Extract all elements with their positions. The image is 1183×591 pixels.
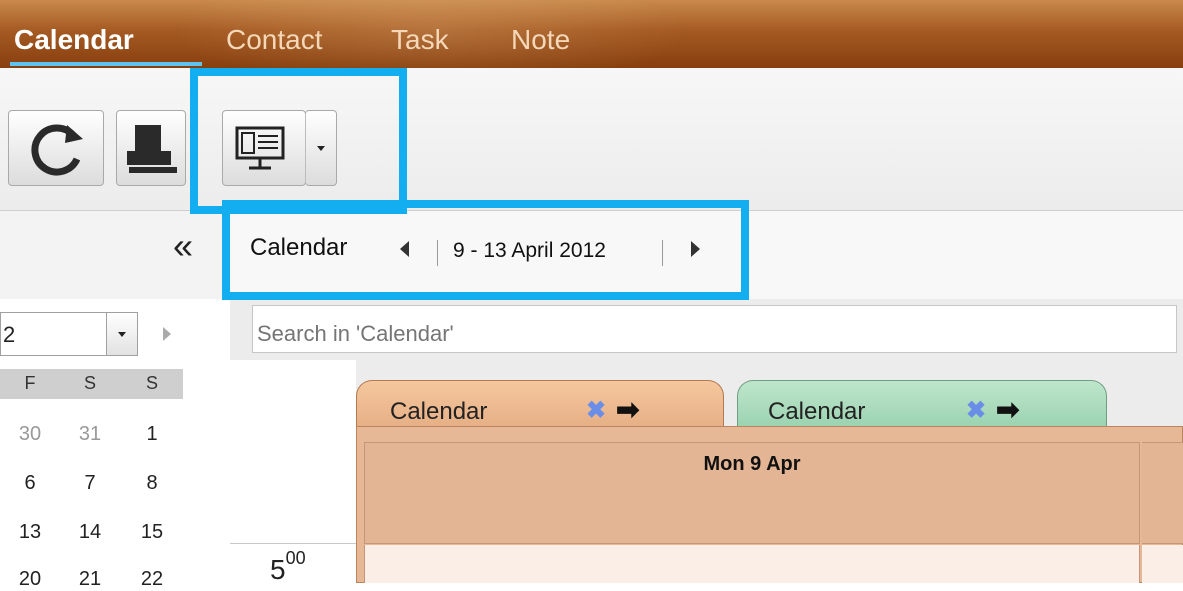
time-minutes: 00 bbox=[285, 548, 306, 568]
time-hour: 5 bbox=[270, 554, 286, 585]
tab-task[interactable]: Task bbox=[391, 24, 449, 56]
month-select[interactable]: 2 bbox=[0, 312, 138, 356]
calendar-day[interactable]: 7 bbox=[75, 472, 105, 495]
x-icon[interactable]: ✖ bbox=[966, 396, 986, 425]
arrow-right-icon[interactable]: ➡ bbox=[616, 393, 639, 426]
weekday-label: S bbox=[145, 373, 158, 393]
refresh-icon bbox=[31, 124, 83, 176]
x-icon[interactable]: ✖ bbox=[586, 396, 606, 425]
highlight-box-navigation bbox=[222, 200, 749, 300]
tab-note[interactable]: Note bbox=[511, 24, 570, 56]
calendar-day[interactable]: 15 bbox=[137, 521, 167, 544]
day-header-next bbox=[1142, 442, 1183, 544]
print-button[interactable] bbox=[116, 110, 186, 186]
top-nav-bar bbox=[0, 0, 1183, 90]
search-input[interactable] bbox=[252, 305, 1177, 353]
calendar-tab-1-label: Calendar bbox=[390, 398, 488, 425]
calendar-day[interactable]: 30 bbox=[15, 423, 45, 446]
calendar-tab-2-label: Calendar bbox=[768, 398, 866, 425]
weekday-label: S bbox=[83, 373, 96, 393]
highlight-box-layout bbox=[190, 68, 407, 214]
calendar-day[interactable]: 14 bbox=[75, 521, 105, 544]
day-header-label: Mon 9 Apr bbox=[703, 453, 801, 475]
calendar-day[interactable]: 21 bbox=[75, 568, 105, 591]
calendar-day[interactable]: 1 bbox=[137, 423, 167, 446]
calendar-day[interactable]: 20 bbox=[15, 568, 45, 591]
active-tab-indicator bbox=[10, 62, 202, 66]
collapse-panel-icon[interactable]: « bbox=[173, 226, 193, 266]
calendar-day[interactable]: 6 bbox=[15, 472, 45, 495]
tab-contact[interactable]: Contact bbox=[226, 24, 323, 56]
chevron-down-icon bbox=[118, 332, 126, 337]
refresh-button[interactable] bbox=[8, 110, 104, 186]
calendar-day[interactable]: 8 bbox=[137, 472, 167, 495]
weekday-label: F bbox=[24, 373, 36, 393]
calendar-day[interactable]: 13 bbox=[15, 521, 45, 544]
tab-calendar[interactable]: Calendar bbox=[14, 24, 134, 56]
month-select-value: 2 bbox=[3, 322, 16, 347]
print-icon bbox=[127, 125, 177, 173]
time-slot[interactable] bbox=[364, 545, 1140, 583]
time-label: 500 bbox=[270, 548, 306, 586]
month-select-dropdown[interactable] bbox=[106, 313, 137, 355]
time-divider bbox=[230, 543, 356, 544]
next-month-icon[interactable] bbox=[163, 327, 171, 341]
left-panel-header bbox=[0, 211, 230, 299]
time-slot-next[interactable] bbox=[1142, 545, 1183, 583]
arrow-right-icon[interactable]: ➡ bbox=[996, 393, 1019, 426]
calendar-day[interactable]: 31 bbox=[75, 423, 105, 446]
calendar-day[interactable]: 22 bbox=[137, 568, 167, 591]
